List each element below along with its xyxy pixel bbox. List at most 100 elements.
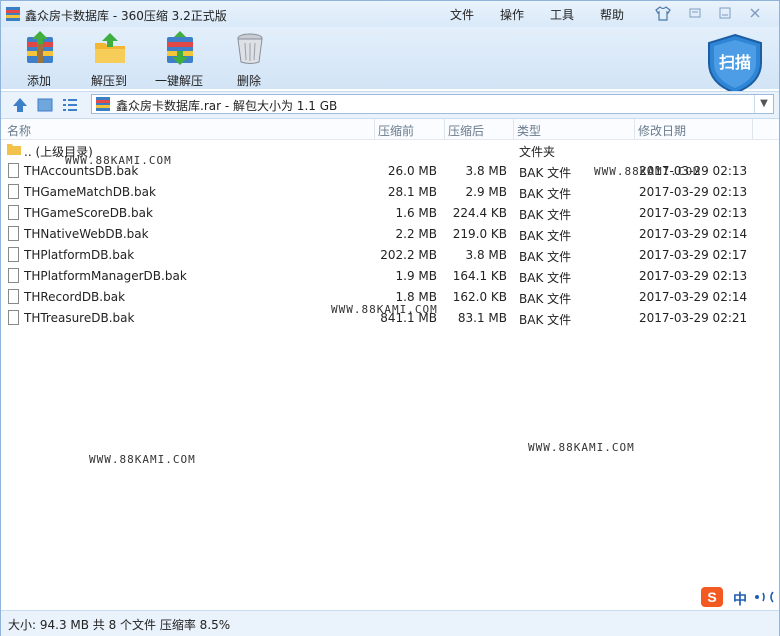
column-divider[interactable]: [752, 119, 753, 139]
packed-size: 1.6 MB: [395, 206, 437, 220]
file-name: THPlatformManagerDB.bak: [24, 269, 187, 283]
column-divider[interactable]: [374, 119, 375, 139]
packed-size: 1.8 MB: [395, 290, 437, 304]
svg-text:S: S: [707, 589, 716, 605]
file-name: THNativeWebDB.bak: [24, 227, 149, 241]
up-arrow-icon[interactable]: [11, 96, 29, 114]
file-name: THGameMatchDB.bak: [24, 185, 156, 199]
file-icon: [8, 226, 19, 241]
unpacked-size: 3.8 MB: [465, 164, 507, 178]
scan-button[interactable]: 扫描: [705, 33, 765, 95]
modified-date: 2017-03-29 02:17: [639, 248, 748, 262]
trash-icon: [237, 33, 263, 64]
file-icon: [8, 268, 19, 283]
packed-size: 202.2 MB: [380, 248, 437, 262]
file-type: BAK 文件: [519, 166, 572, 180]
list-view-icon[interactable]: [61, 96, 79, 114]
column-divider[interactable]: [444, 119, 445, 139]
unpacked-size: 83.1 MB: [457, 311, 507, 325]
watermark: WWW.88KAMI.COM: [528, 441, 635, 454]
modified-date: 2017-03-29 02:13: [639, 269, 748, 283]
status-text: 大小: 94.3 MB 共 8 个文件 压缩率 8.5%: [8, 618, 231, 632]
add-button-label: 添加: [26, 74, 51, 88]
column-packed-size[interactable]: 压缩前: [378, 122, 414, 139]
file-name: THPlatformDB.bak: [24, 248, 135, 262]
file-type: BAK 文件: [519, 229, 572, 243]
column-modified[interactable]: 修改日期: [638, 122, 686, 139]
toolbar: 添加 解压到 一键解压 删除: [1, 27, 779, 89]
minimize-icon[interactable]: [715, 5, 735, 21]
folder-icon: [7, 144, 21, 155]
watermark: WWW.88KAMI.COM: [65, 154, 172, 167]
file-name: THTreasureDB.bak: [24, 311, 135, 325]
table-row[interactable]: THGameScoreDB.bak 1.6 MB 224.4 KB BAK 文件…: [1, 203, 779, 224]
ime-toolbar[interactable]: S 中: [699, 585, 780, 609]
unpacked-size: 219.0 KB: [452, 227, 507, 241]
packed-size: 26.0 MB: [387, 164, 437, 178]
watermark: WWW.88KAMI.COM: [594, 165, 701, 178]
file-type: BAK 文件: [519, 313, 572, 327]
column-unpacked-size[interactable]: 压缩后: [448, 122, 484, 139]
modified-date: 2017-03-29 02:13: [639, 206, 748, 220]
column-divider[interactable]: [513, 119, 514, 139]
table-row[interactable]: THGameMatchDB.bak 28.1 MB 2.9 MB BAK 文件 …: [1, 182, 779, 203]
status-bar: 大小: 94.3 MB 共 8 个文件 压缩率 8.5%: [1, 610, 779, 636]
archive-app-icon: [6, 7, 20, 21]
file-icon: [8, 205, 19, 220]
parent-folder-type: 文件夹: [519, 145, 556, 159]
settings-icon[interactable]: [685, 5, 705, 21]
file-type: BAK 文件: [519, 208, 572, 222]
one-click-extract-icon: [167, 31, 193, 65]
column-header-row: 名称 压缩前 压缩后 类型 修改日期: [1, 119, 779, 140]
unpacked-size: 2.9 MB: [465, 185, 507, 199]
skin-shirt-icon[interactable]: [655, 6, 671, 21]
menu-help[interactable]: 帮助: [600, 6, 624, 23]
add-button[interactable]: 添加: [4, 29, 74, 88]
menu-operate[interactable]: 操作: [500, 6, 524, 23]
file-name: THRecordDB.bak: [24, 290, 126, 304]
one-click-extract-button[interactable]: 一键解压: [144, 29, 214, 88]
file-type: BAK 文件: [519, 250, 572, 264]
add-archive-icon: [27, 31, 53, 63]
close-icon[interactable]: [745, 5, 765, 21]
chevron-down-icon[interactable]: ▼: [754, 95, 773, 113]
file-name: THGameScoreDB.bak: [24, 206, 153, 220]
window-title: 鑫众房卡数据库 - 360压缩 3.2正式版: [25, 9, 227, 23]
file-icon: [8, 310, 19, 325]
punctuation-icon[interactable]: [753, 589, 777, 605]
sogou-s-icon: S: [701, 587, 723, 607]
file-icon: [8, 163, 19, 178]
extract-to-button[interactable]: 解压到: [74, 29, 144, 88]
table-row[interactable]: THNativeWebDB.bak 2.2 MB 219.0 KB BAK 文件…: [1, 224, 779, 245]
file-icon: [8, 184, 19, 199]
file-type: BAK 文件: [519, 292, 572, 306]
ime-mode-label[interactable]: 中: [733, 589, 747, 609]
extract-to-label: 解压到: [90, 74, 127, 88]
modified-date: 2017-03-29 02:13: [639, 185, 748, 199]
table-row[interactable]: THPlatformDB.bak 202.2 MB 3.8 MB BAK 文件 …: [1, 245, 779, 266]
delete-label: 删除: [236, 74, 261, 88]
file-icon: [8, 247, 19, 262]
file-type: BAK 文件: [519, 187, 572, 201]
title-bar: 鑫众房卡数据库 - 360压缩 3.2正式版 文件 操作 工具 帮助: [1, 1, 779, 27]
unpacked-size: 224.4 KB: [452, 206, 507, 220]
menu-file[interactable]: 文件: [450, 6, 474, 23]
thumbnail-view-icon[interactable]: [36, 96, 54, 114]
watermark: WWW.88KAMI.COM: [89, 453, 196, 466]
app-window: 鑫众房卡数据库 - 360压缩 3.2正式版 文件 操作 工具 帮助 添加 解压…: [0, 0, 780, 636]
menu-tools[interactable]: 工具: [550, 6, 574, 23]
extract-to-icon: [95, 33, 125, 63]
address-bar: 鑫众房卡数据库.rar - 解包大小为 1.1 GB ▼: [1, 91, 779, 119]
unpacked-size: 3.8 MB: [465, 248, 507, 262]
scan-label: 扫描: [718, 53, 751, 72]
file-type: BAK 文件: [519, 271, 572, 285]
archive-file-icon: [96, 97, 110, 111]
column-name[interactable]: 名称: [7, 122, 31, 139]
address-field[interactable]: 鑫众房卡数据库.rar - 解包大小为 1.1 GB ▼: [91, 94, 774, 114]
packed-size: 28.1 MB: [387, 185, 437, 199]
table-row[interactable]: THPlatformManagerDB.bak 1.9 MB 164.1 KB …: [1, 266, 779, 287]
packed-size: 1.9 MB: [395, 269, 437, 283]
column-type[interactable]: 类型: [517, 122, 541, 139]
column-divider[interactable]: [634, 119, 635, 139]
delete-button[interactable]: 删除: [214, 29, 284, 88]
